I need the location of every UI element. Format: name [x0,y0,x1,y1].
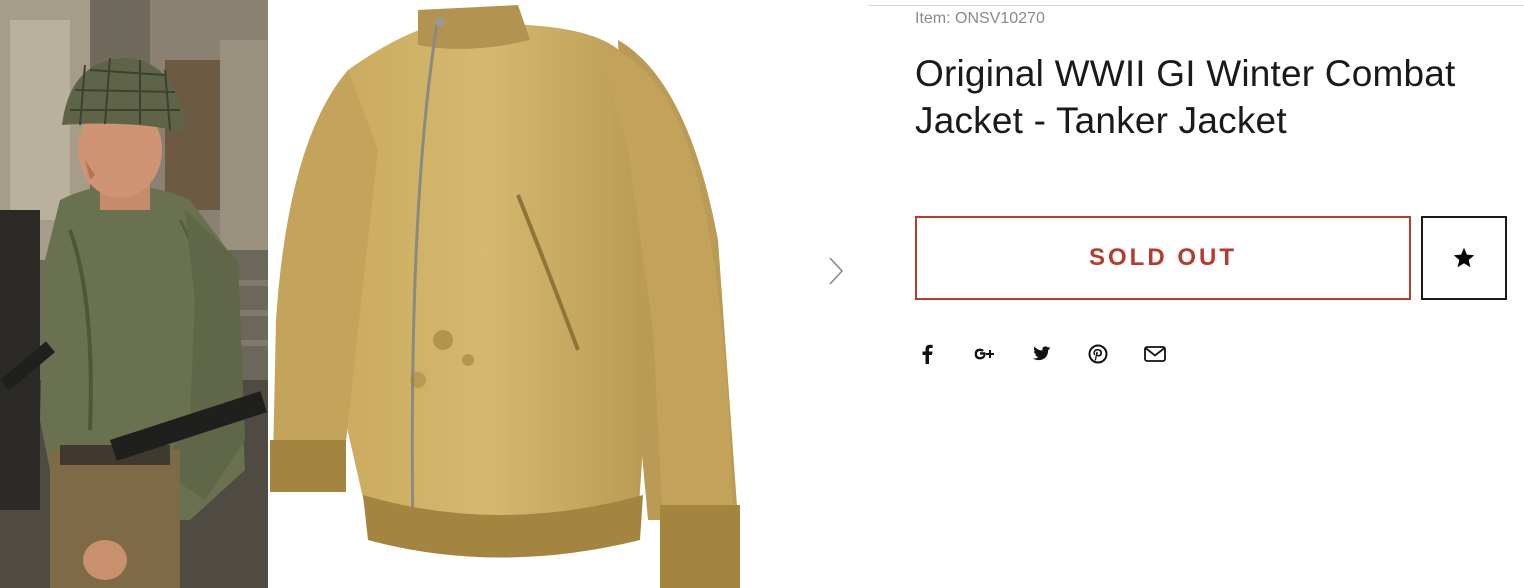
share-icons [915,342,1200,366]
product-gallery [268,0,868,588]
sold-out-label: SOLD OUT [1089,244,1237,271]
google-plus-icon[interactable] [972,342,996,366]
wishlist-button[interactable] [1421,216,1507,300]
item-code: Item: ONSV10270 [915,10,1045,27]
next-image-button[interactable] [824,254,848,288]
twitter-icon[interactable] [1029,342,1053,366]
chevron-right-icon [829,257,844,285]
star-icon [1453,247,1475,268]
email-icon[interactable] [1143,342,1167,366]
facebook-icon[interactable] [915,342,939,366]
soldier-photo [0,0,268,588]
main-product-image[interactable] [268,0,828,588]
thumbnail-image[interactable] [0,0,268,588]
sold-out-button[interactable]: SOLD OUT [915,216,1411,300]
product-title: Original WWII GI Winter Combat Jacket - … [915,53,1456,141]
pinterest-icon[interactable] [1086,342,1110,366]
